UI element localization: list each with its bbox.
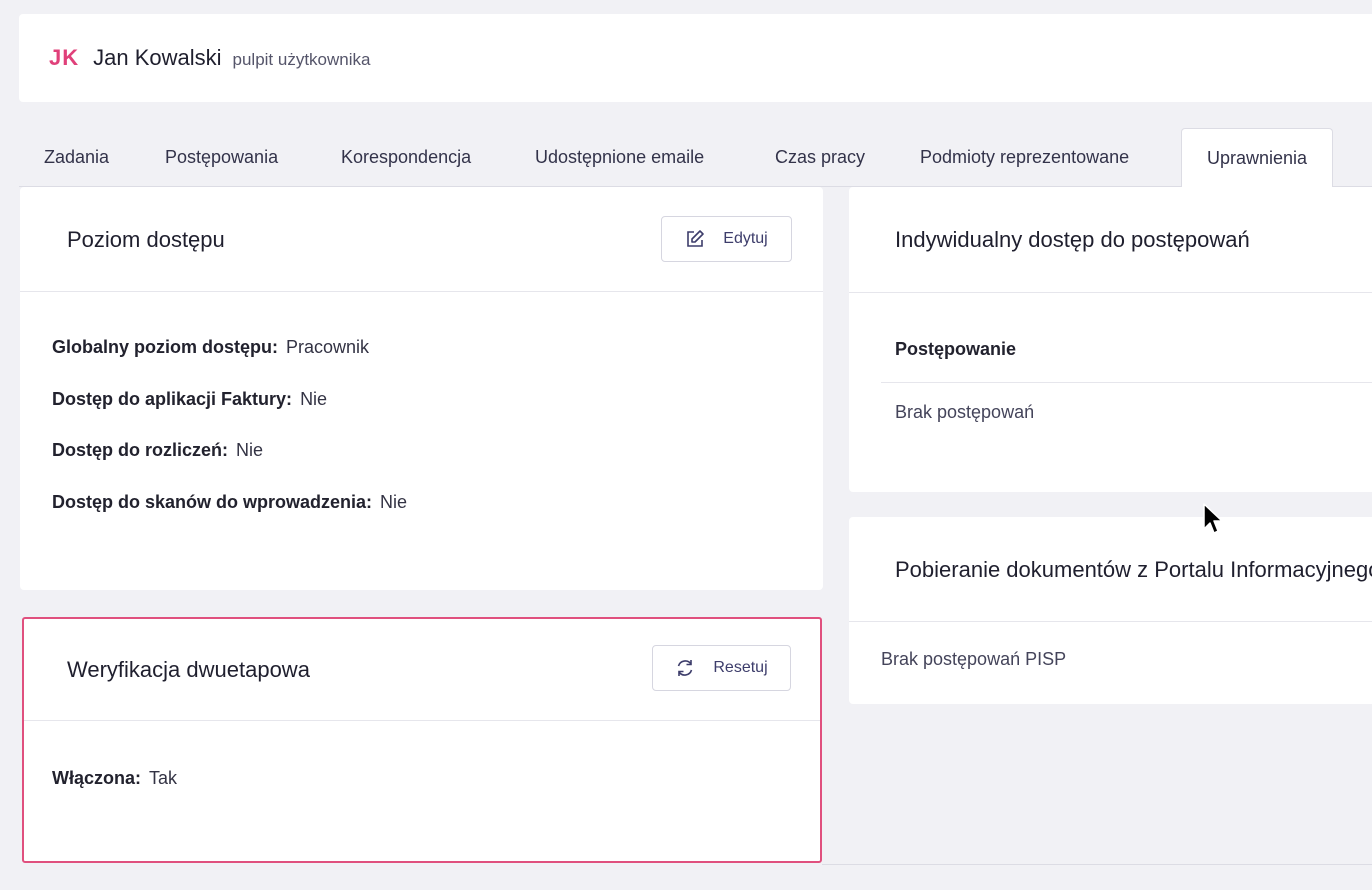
row-value: Nie: [380, 492, 408, 512]
user-initials-logo: JK: [49, 45, 80, 70]
portal-documents-card-header: Pobieranie dokumentów z Portalu Informac…: [849, 517, 1372, 622]
access-row-faktury: Dostęp do aplikacji Faktury: Nie: [52, 389, 327, 410]
row-label: Włączona:: [52, 768, 142, 788]
user-header: JK Jan Kowalski pulpit użytkownika: [19, 14, 1372, 102]
access-level-card: Poziom dostępu Edytuj Globalny poziom do…: [20, 187, 823, 590]
portal-documents-card: Pobieranie dokumentów z Portalu Informac…: [849, 517, 1372, 704]
tab-zadania[interactable]: Zadania: [19, 128, 134, 187]
empty-state-text: Brak postępowań PISP: [881, 649, 1067, 669]
tab-czas-pracy[interactable]: Czas pracy: [750, 128, 890, 187]
row-label: Dostęp do aplikacji Faktury:: [52, 389, 293, 409]
reset-button[interactable]: Resetuj: [652, 645, 791, 691]
user-name: Jan Kowalski: [93, 45, 222, 70]
mouse-cursor-icon: [1203, 503, 1223, 534]
two-factor-card-header: Weryfikacja dwuetapowa Resetuj: [24, 619, 820, 721]
table-divider: [881, 382, 1372, 383]
two-factor-card: Weryfikacja dwuetapowa Resetuj Włączona:…: [22, 617, 822, 863]
portal-documents-title: Pobieranie dokumentów z Portalu Informac…: [895, 557, 1372, 582]
edit-button[interactable]: Edytuj: [661, 216, 792, 262]
row-label: Dostęp do rozliczeń:: [52, 440, 229, 460]
empty-state-text: Brak postępowań: [895, 402, 1035, 422]
tab-udostepnione-emaile[interactable]: Udostępnione emaile: [510, 128, 729, 187]
row-value: Pracownik: [286, 337, 370, 357]
refresh-icon: [678, 660, 693, 676]
row-value: Tak: [149, 768, 178, 788]
row-value: Nie: [300, 389, 328, 409]
individual-access-title: Indywidualny dostęp do postępowań: [895, 227, 1250, 252]
access-level-title: Poziom dostępu: [67, 227, 225, 252]
tab-uprawnienia[interactable]: Uprawnienia: [1181, 128, 1334, 188]
access-row-rozliczenia: Dostęp do rozliczeń: Nie: [52, 440, 263, 461]
tab-bar: Zadania Postępowania Korespondencja Udos…: [19, 128, 1372, 188]
individual-access-card-header: Indywidualny dostęp do postępowań: [849, 187, 1372, 293]
access-level-card-header: Poziom dostępu Edytuj: [20, 187, 823, 292]
column-header-postepowanie: Postępowanie: [895, 339, 1017, 359]
edit-icon: [687, 230, 705, 247]
two-factor-title: Weryfikacja dwuetapowa: [67, 657, 310, 682]
row-label: Globalny poziom dostępu:: [52, 337, 278, 357]
reset-button-label: Resetuj: [713, 659, 768, 676]
two-factor-row-enabled: Włączona: Tak: [52, 768, 177, 789]
access-row-skany: Dostęp do skanów do wprowadzenia: Nie: [52, 492, 407, 513]
tab-podmioty-reprezentowane[interactable]: Podmioty reprezentowane: [895, 128, 1154, 187]
row-label: Dostęp do skanów do wprowadzenia:: [52, 492, 373, 512]
access-row-global: Globalny poziom dostępu: Pracownik: [52, 337, 369, 358]
tab-postepowania[interactable]: Postępowania: [140, 128, 303, 187]
header-subtitle: pulpit użytkownika: [232, 49, 371, 69]
individual-access-card: Indywidualny dostęp do postępowań Postęp…: [849, 187, 1372, 492]
tab-korespondencja[interactable]: Korespondencja: [316, 128, 496, 187]
edit-button-label: Edytuj: [723, 230, 768, 247]
page: JK Jan Kowalski pulpit użytkownika Zadan…: [0, 0, 1372, 890]
row-value: Nie: [236, 440, 264, 460]
divider: [822, 864, 1372, 865]
